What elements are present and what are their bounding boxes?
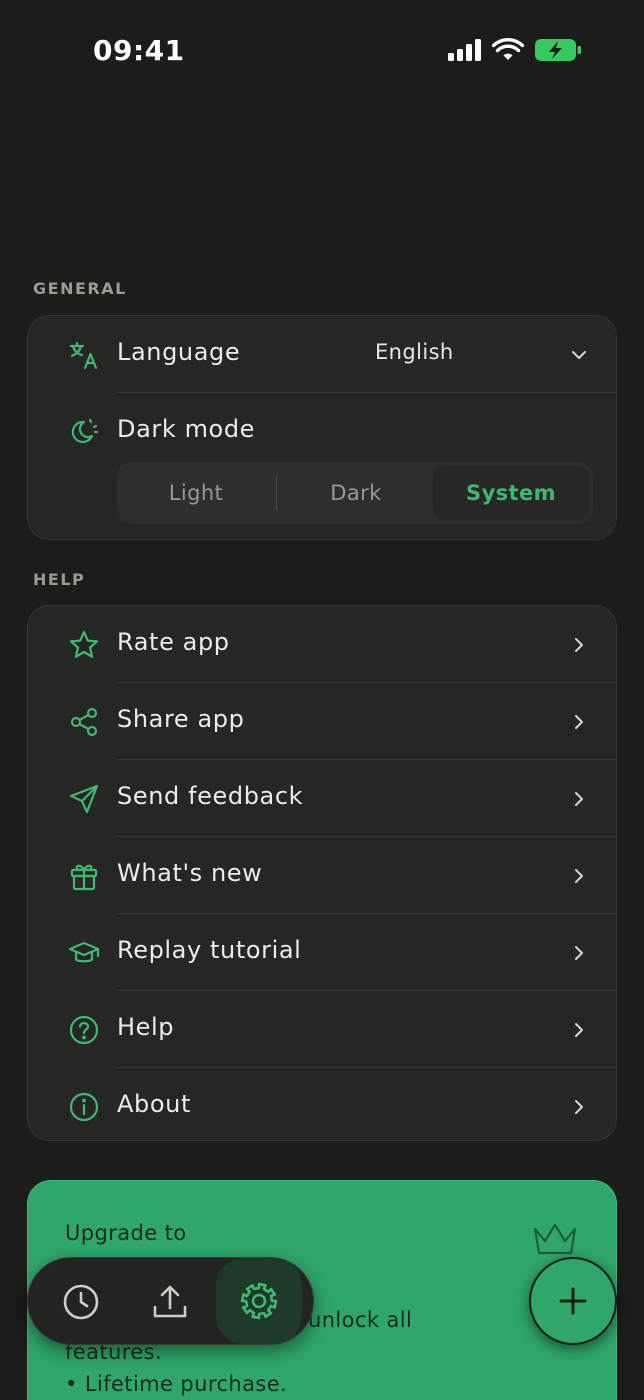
section-label-help: HELP bbox=[33, 570, 86, 589]
add-button[interactable] bbox=[529, 1257, 617, 1345]
chevron-right-icon bbox=[575, 946, 583, 960]
language-label: Language bbox=[117, 338, 241, 366]
dark-mode-segmented-control: Light Dark System bbox=[117, 462, 593, 524]
share-icon bbox=[70, 707, 98, 737]
segment-dark[interactable]: Dark bbox=[277, 462, 435, 524]
info-icon bbox=[69, 1092, 99, 1122]
status-bar: 09:41 bbox=[0, 0, 644, 100]
replay-tutorial-label: Replay tutorial bbox=[117, 936, 302, 964]
share-app-row[interactable]: Share app bbox=[28, 683, 618, 760]
battery-icon bbox=[535, 39, 581, 61]
signal-icon bbox=[448, 39, 481, 61]
send-icon bbox=[69, 784, 99, 814]
dark-mode-label: Dark mode bbox=[117, 415, 256, 443]
dark-mode-row: Dark mode bbox=[28, 393, 618, 470]
promo-title: Upgrade to bbox=[65, 1221, 187, 1245]
question-icon bbox=[69, 1015, 99, 1045]
rate-app-row[interactable]: Rate app bbox=[28, 606, 618, 683]
status-icons bbox=[448, 38, 582, 62]
about-row[interactable]: About bbox=[28, 1068, 618, 1145]
floating-tab-bar bbox=[27, 1257, 314, 1345]
about-label: About bbox=[117, 1090, 191, 1118]
chevron-right-icon bbox=[575, 792, 583, 806]
general-card: Language English Dark mode Light Dark Sy… bbox=[27, 315, 617, 540]
chevron-right-icon bbox=[575, 638, 583, 652]
tab-settings[interactable] bbox=[216, 1258, 302, 1344]
help-row[interactable]: Help bbox=[28, 991, 618, 1068]
help-label: Help bbox=[117, 1013, 175, 1041]
segment-system[interactable]: System bbox=[433, 466, 589, 520]
settings-icon bbox=[240, 1282, 278, 1320]
help-card: Rate app Share app Send feedback What's … bbox=[27, 605, 617, 1141]
language-row[interactable]: Language English bbox=[28, 316, 618, 393]
share-app-label: Share app bbox=[117, 705, 245, 733]
send-feedback-label: Send feedback bbox=[117, 782, 304, 810]
rate-app-label: Rate app bbox=[117, 628, 230, 656]
plus-icon bbox=[559, 1287, 587, 1315]
history-icon bbox=[63, 1284, 99, 1320]
promo-line-4: • Lifetime purchase. bbox=[65, 1372, 288, 1396]
segment-light[interactable]: Light bbox=[117, 462, 275, 524]
chevron-right-icon bbox=[575, 715, 583, 729]
chevron-right-icon bbox=[575, 1100, 583, 1114]
language-value[interactable]: English bbox=[375, 340, 454, 364]
graduation-cap-icon bbox=[68, 941, 100, 963]
chevron-right-icon bbox=[575, 1023, 583, 1037]
translate-icon bbox=[69, 341, 98, 370]
promo-line-2: unlock all bbox=[308, 1308, 413, 1332]
upload-icon bbox=[153, 1285, 187, 1318]
chevron-right-icon bbox=[575, 869, 583, 883]
star-icon bbox=[69, 630, 99, 658]
crown-icon bbox=[533, 1223, 577, 1255]
section-label-general: GENERAL bbox=[33, 279, 127, 298]
whats-new-label: What's new bbox=[117, 859, 263, 887]
wifi-icon bbox=[492, 38, 524, 60]
whats-new-row[interactable]: What's new bbox=[28, 837, 618, 914]
send-feedback-row[interactable]: Send feedback bbox=[28, 760, 618, 837]
tab-upload[interactable] bbox=[142, 1274, 198, 1330]
replay-tutorial-row[interactable]: Replay tutorial bbox=[28, 914, 618, 991]
tab-history[interactable] bbox=[53, 1274, 109, 1330]
theme-icon bbox=[71, 418, 99, 443]
status-time: 09:41 bbox=[93, 34, 185, 67]
chevron-down-icon bbox=[572, 351, 586, 359]
gift-icon bbox=[70, 864, 98, 891]
